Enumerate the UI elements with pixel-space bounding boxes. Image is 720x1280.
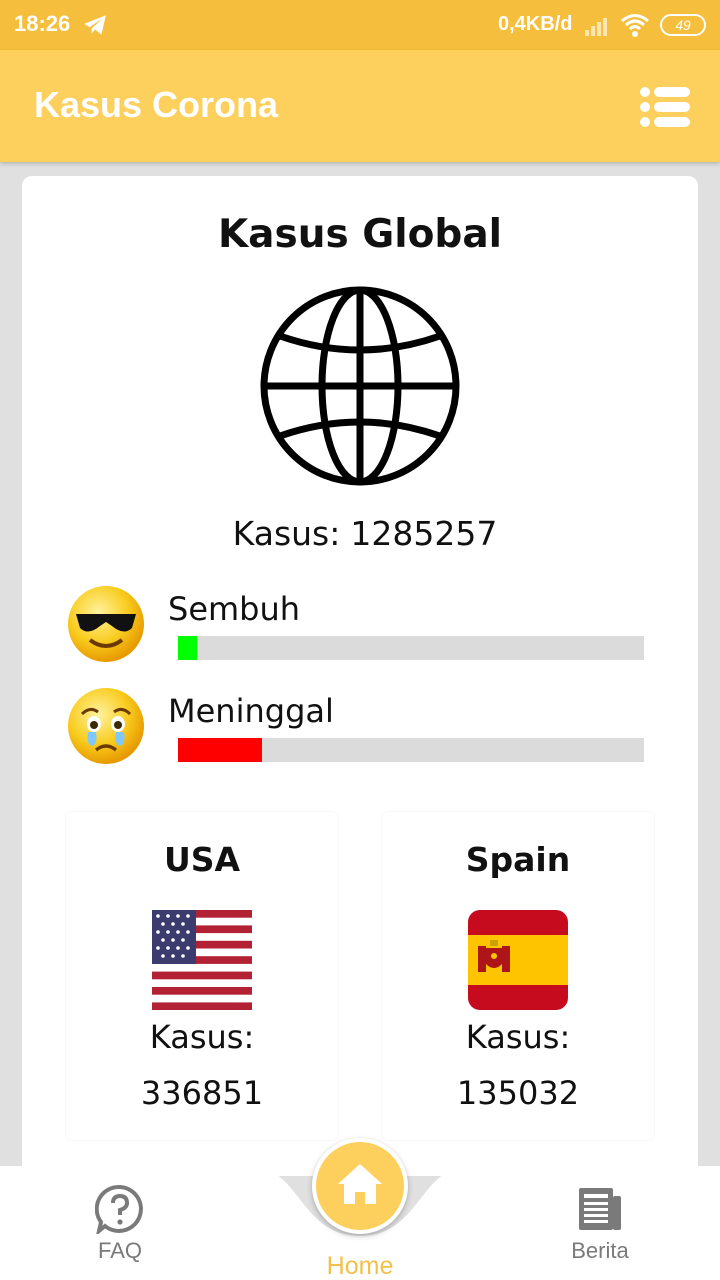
nav-berita[interactable]: Berita — [556, 1184, 644, 1264]
spain-flag-icon — [468, 910, 568, 1010]
faq-question-icon — [95, 1184, 143, 1234]
wifi-icon — [621, 14, 649, 37]
country-cases-label: Kasus: — [149, 1018, 255, 1056]
nav-berita-label: Berita — [571, 1238, 629, 1263]
deaths-label: Meninggal — [168, 692, 334, 730]
app-title: Kasus Corona — [34, 84, 279, 125]
nav-home[interactable]: Home — [300, 1252, 420, 1280]
global-cases-title: Kasus Global — [217, 212, 503, 257]
recovered-bar-fill — [178, 636, 197, 660]
recovered-row: Sembuh — [66, 584, 666, 666]
bottom-navigation: FAQ Home Berita — [0, 1138, 720, 1280]
global-cases-count: Kasus: 1285257 — [22, 514, 698, 553]
global-cases-label: Kasus: — [232, 514, 341, 553]
battery-indicator: 49 — [660, 14, 706, 36]
deaths-bar-fill — [178, 738, 262, 762]
usa-flag-icon — [152, 910, 252, 1010]
nav-faq-label: FAQ — [97, 1238, 142, 1263]
globe-icon — [260, 286, 460, 486]
country-name: Spain — [465, 840, 571, 879]
status-time: 18:26 — [14, 11, 71, 36]
status-bar: 18:26 0,4KB/d 49 — [0, 0, 720, 50]
network-speed: 0,4KB/d — [498, 13, 573, 35]
home-icon — [338, 1164, 382, 1204]
country-card-usa[interactable]: USA Kasus: 336851 — [66, 812, 338, 1140]
country-cases-label: Kasus: — [465, 1018, 571, 1056]
app-bar: Kasus Corona — [0, 50, 720, 162]
home-button[interactable] — [312, 1138, 408, 1234]
deaths-bar-track — [178, 738, 644, 762]
list-menu-icon[interactable] — [640, 86, 690, 128]
recovered-bar-track — [178, 636, 644, 660]
country-cases-value: 135032 — [456, 1074, 580, 1112]
newspaper-icon — [579, 1188, 621, 1230]
nav-home-label: Home — [326, 1252, 394, 1280]
signal-icon — [585, 18, 607, 36]
country-name: USA — [163, 840, 241, 879]
country-cases-value: 336851 — [140, 1074, 264, 1112]
cool-sunglasses-emoji-icon — [68, 586, 144, 662]
nav-faq[interactable]: FAQ — [80, 1184, 160, 1264]
crying-emoji-icon — [68, 688, 144, 764]
global-cases-card: Kasus Global Kasus: 1285257 Sembuh Menin… — [22, 176, 698, 1176]
telegram-icon — [84, 15, 106, 35]
global-cases-value: 1285257 — [350, 514, 498, 553]
deaths-row: Meninggal — [66, 686, 666, 768]
country-card-spain[interactable]: Spain Kasus: 135032 — [382, 812, 654, 1140]
recovered-label: Sembuh — [168, 590, 301, 628]
